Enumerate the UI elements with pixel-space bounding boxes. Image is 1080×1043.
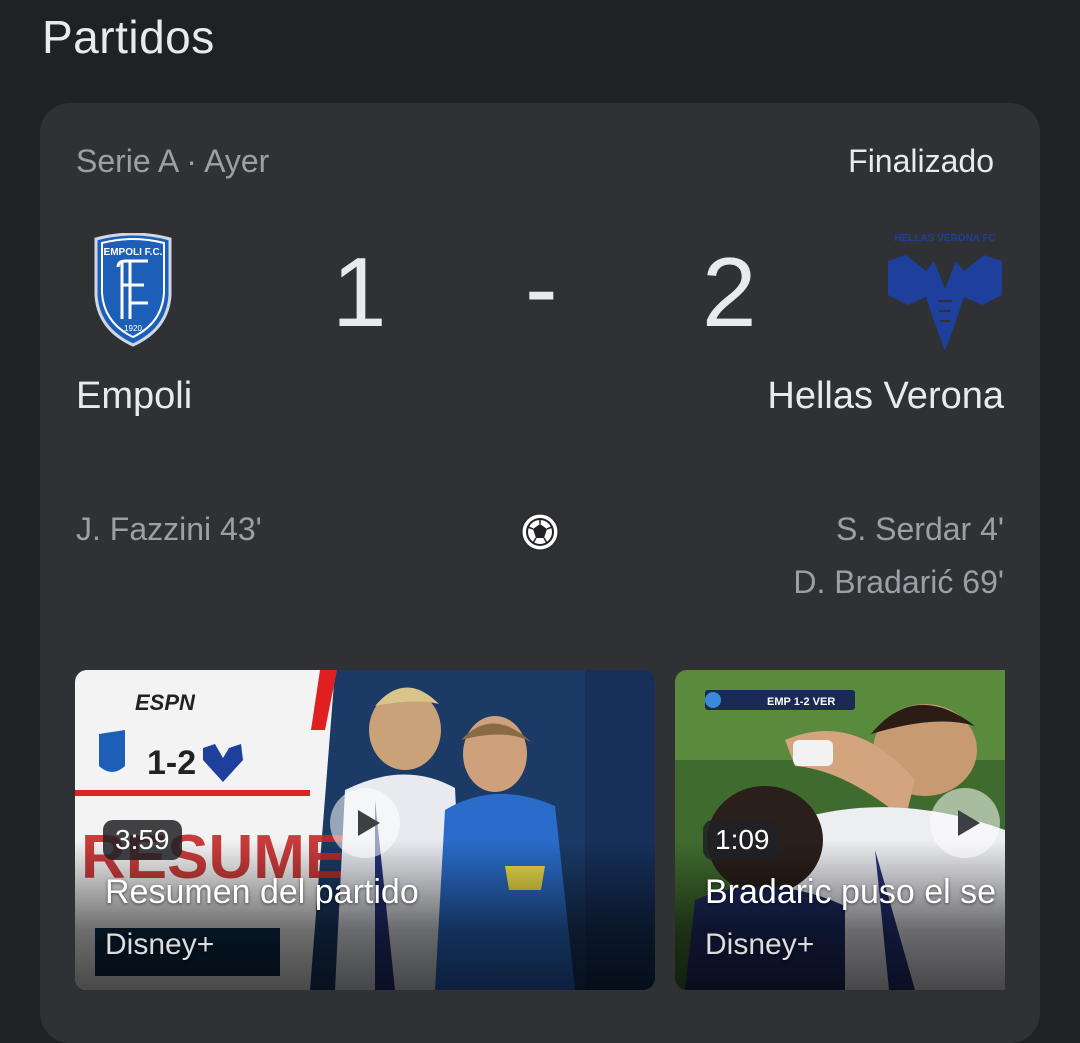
svg-text:ESPN: ESPN — [135, 690, 196, 715]
video-title[interactable]: Resumen del partido — [105, 873, 419, 912]
empoli-logo-year: 1920 — [124, 324, 142, 333]
competition-date: Serie A · Ayer — [76, 143, 270, 179]
hellas-verona-logo[interactable]: HELLAS VERONA FC — [886, 231, 1004, 353]
verona-logo-text: HELLAS VERONA FC — [894, 233, 995, 244]
video-duration: 1:09 — [703, 820, 782, 860]
away-team-name[interactable]: Hellas Verona — [767, 375, 1004, 418]
home-team-name[interactable]: Empoli — [76, 375, 192, 418]
video-card-highlights[interactable]: ESPN 1-2 RESUMEN 3:59 Resumen del partid… — [75, 670, 655, 990]
match-card[interactable]: Serie A · Ayer Finalizado EMPOLI F.C. 19… — [40, 103, 1040, 1043]
page-title: Partidos — [42, 11, 215, 63]
home-scorer: J. Fazzini 43' — [76, 511, 262, 547]
away-score: 2 — [702, 237, 757, 347]
empoli-logo[interactable]: EMPOLI F.C. 1920 — [92, 232, 174, 348]
video-card-goal[interactable]: EMP 1-2 VER 1:09 Bradaric puso el se Dis… — [675, 670, 1005, 990]
video-title[interactable]: Bradaric puso el se — [705, 873, 996, 912]
video-source: Disney+ — [705, 928, 815, 961]
svg-text:1-2: 1-2 — [147, 744, 196, 782]
video-source: Disney+ — [105, 928, 215, 961]
home-score: 1 — [332, 237, 387, 347]
svg-text:EMP 1-2 VER: EMP 1-2 VER — [767, 696, 835, 708]
away-scorer: D. Bradarić 69' — [793, 564, 1004, 600]
away-scorer: S. Serdar 4' — [836, 511, 1004, 547]
thumbnail-gradient — [675, 840, 1005, 990]
empoli-logo-text: EMPOLI F.C. — [104, 247, 163, 258]
thumbnail-gradient — [75, 840, 655, 990]
play-icon — [958, 810, 980, 836]
match-status: Finalizado — [848, 143, 994, 179]
video-duration: 3:59 — [103, 820, 182, 860]
play-icon — [358, 810, 380, 836]
soccer-ball-icon — [520, 512, 560, 552]
play-button[interactable] — [930, 788, 1000, 858]
score-separator: - — [525, 233, 558, 343]
play-button[interactable] — [330, 788, 400, 858]
